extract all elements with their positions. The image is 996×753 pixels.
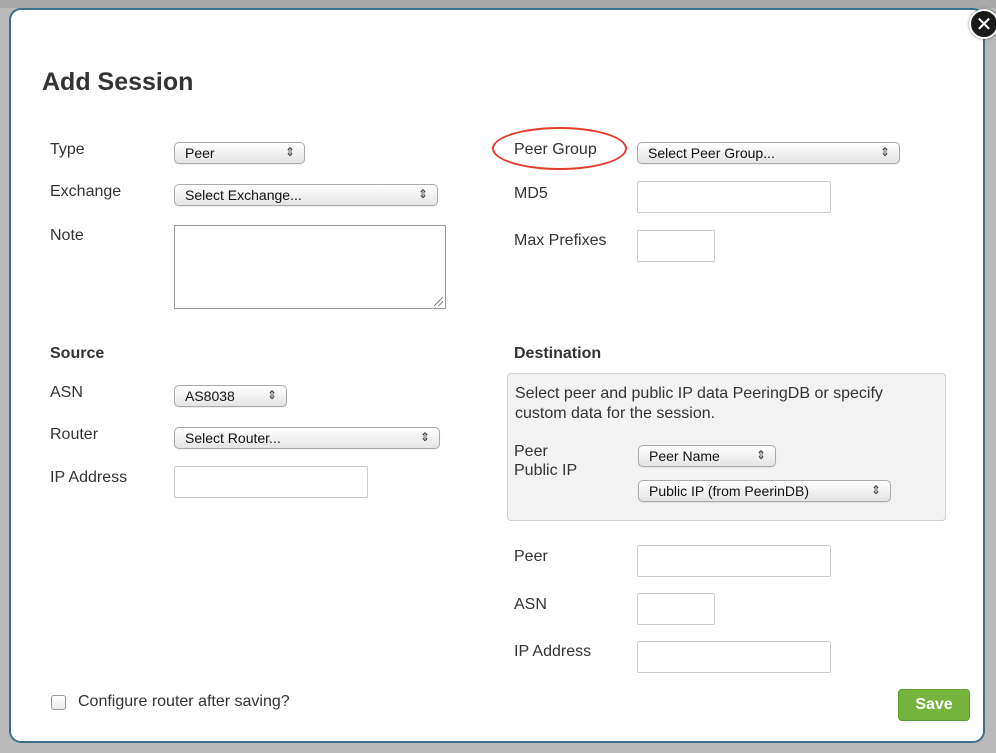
peer-group-select-value: Select Peer Group... [648,145,775,161]
peer-name-select-value: Peer Name [649,448,720,464]
public-ip-select[interactable]: Public IP (from PeerinDB) ⇕ [638,480,891,502]
destination-peer-input[interactable] [637,545,831,577]
exchange-select-value: Select Exchange... [185,187,302,203]
public-ip-select-value: Public IP (from PeerinDB) [649,483,810,499]
destination-peer-label: Peer [514,443,548,460]
router-select[interactable]: Select Router... ⇕ [174,427,440,449]
modal-title: Add Session [42,68,194,96]
select-arrow-icon: ⇕ [879,145,890,159]
destination-asn-input[interactable] [637,593,715,625]
resize-grip-icon[interactable] [434,297,443,306]
source-heading: Source [50,345,105,362]
peer-group-select[interactable]: Select Peer Group... ⇕ [637,142,900,164]
router-select-value: Select Router... [185,430,281,446]
peer-name-select[interactable]: Peer Name ⇕ [638,445,776,467]
source-ip-input[interactable] [174,466,368,498]
md5-input[interactable] [637,181,831,213]
select-arrow-icon: ⇕ [755,448,766,462]
router-label: Router [50,426,99,443]
peeringdb-info-text: Select peer and public IP data PeeringDB… [515,385,883,422]
save-button-label: Save [915,696,953,713]
source-asn-select-value: AS8038 [185,388,235,404]
note-textarea[interactable] [174,225,446,309]
select-arrow-icon: ⇕ [419,430,430,444]
max-prefixes-label: Max Prefixes [514,232,607,249]
type-select-value: Peer [185,145,215,161]
source-ip-label: IP Address [50,469,128,486]
exchange-label: Exchange [50,183,122,200]
source-asn-select[interactable]: AS8038 ⇕ [174,385,287,407]
select-arrow-icon: ⇕ [417,187,428,201]
destination-ip-input[interactable] [637,641,831,673]
source-asn-label: ASN [50,384,83,401]
max-prefixes-input[interactable] [637,230,715,262]
destination-peer-field-label: Peer [514,548,548,565]
close-button[interactable]: ✕ [969,9,996,39]
configure-router-checkbox[interactable] [51,695,66,710]
md5-label: MD5 [514,185,548,202]
save-button[interactable]: Save [898,689,970,721]
exchange-select[interactable]: Select Exchange... ⇕ [174,184,438,206]
select-arrow-icon: ⇕ [266,388,277,402]
destination-asn-label: ASN [514,596,547,613]
select-arrow-icon: ⇕ [870,483,881,497]
note-label: Note [50,227,84,244]
destination-heading: Destination [514,345,602,362]
destination-public-ip-label: Public IP [514,462,578,479]
backdrop-top-strip [0,0,996,8]
close-icon: ✕ [975,12,993,36]
destination-ip-label: IP Address [514,643,592,660]
type-label: Type [50,141,85,158]
configure-router-label: Configure router after saving? [78,693,290,710]
peer-group-label: Peer Group [514,141,597,158]
type-select[interactable]: Peer ⇕ [174,142,305,164]
select-arrow-icon: ⇕ [284,145,295,159]
